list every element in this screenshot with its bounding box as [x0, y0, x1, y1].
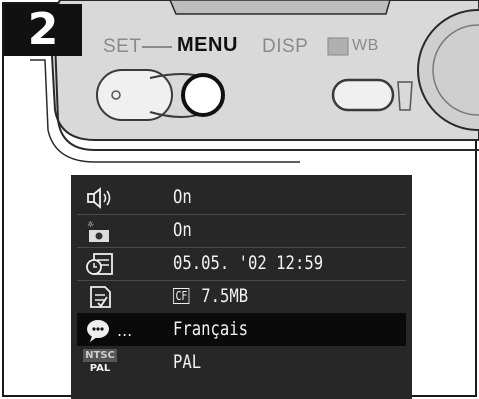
menu-row-value: Français	[173, 318, 249, 340]
menu-row-language[interactable]: ... Français	[77, 313, 406, 346]
cf-card-badge: CF	[173, 288, 190, 304]
menu-label: MENU	[177, 34, 238, 56]
language-icon	[87, 320, 109, 342]
menu-row-value: PAL	[173, 351, 202, 373]
language-icon-ellipsis: ...	[117, 321, 133, 340]
set-label: SET	[103, 36, 142, 57]
menu-row-startup-image[interactable]: ☼ On	[77, 214, 406, 248]
lcd-menu-screen: On ☼ On 05.05. '02 12:59 CF 7.5MB ... Fr…	[71, 175, 412, 399]
format-card-icon	[90, 286, 111, 308]
menu-row-value-wrap: CF 7.5MB	[173, 280, 248, 313]
menu-row-beep[interactable]: On	[77, 181, 406, 215]
pal-label: PAL	[89, 363, 111, 374]
menu-row-value: 05.05. '02 12:59	[173, 252, 324, 274]
menu-row-value: 7.5MB	[201, 285, 249, 307]
menu-row-value: On	[173, 219, 192, 241]
menu-row-format[interactable]: CF 7.5MB	[77, 280, 406, 314]
date-time-icon	[86, 253, 113, 275]
ntsc-label: NTSC	[83, 349, 117, 362]
disp-label: DISP	[262, 36, 309, 57]
menu-row-video-system[interactable]: NTSC PAL PAL	[77, 346, 406, 379]
speaker-icon	[87, 187, 111, 209]
video-system-icon: NTSC PAL	[83, 349, 117, 377]
startup-image-icon: ☼	[87, 220, 109, 242]
svg-text:☼: ☼	[87, 220, 94, 229]
step-number-badge: 2	[4, 4, 82, 56]
menu-row-value: On	[173, 186, 192, 208]
menu-row-date-time[interactable]: 05.05. '02 12:59	[77, 247, 406, 281]
wb-label: WB	[352, 37, 379, 54]
